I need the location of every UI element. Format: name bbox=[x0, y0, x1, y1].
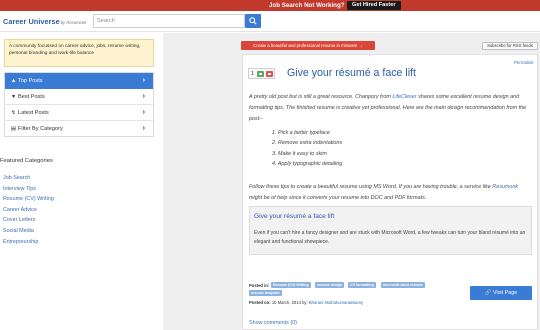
site-header: Career Universeby Resumonk bbox=[0, 11, 540, 32]
chevron-right-icon: › bbox=[142, 93, 145, 100]
category-link[interactable]: Entrepreurship bbox=[3, 237, 54, 248]
vote-widget: 1 bbox=[248, 68, 275, 79]
post-date-line: Posted on: 10 March, 2014 by: Bharani Mu… bbox=[249, 300, 364, 305]
menu-top-posts[interactable]: ▲ Top Posts › bbox=[5, 73, 153, 89]
create-resume-banner[interactable]: Create a beautiful and professional resu… bbox=[241, 41, 375, 50]
rss-subscribe-button[interactable]: Subscribe for RSS feeds bbox=[482, 42, 538, 50]
post-date: 10 March, 2014 bbox=[271, 300, 301, 305]
tag-badge[interactable]: CV formatting bbox=[348, 282, 376, 288]
external-link-icon: 🔗 bbox=[484, 290, 492, 296]
promo-bar: Job Search Not Working? Get Hired Faster bbox=[0, 0, 540, 11]
thumbs-up-icon: ▲ bbox=[10, 78, 17, 84]
permalink-link[interactable]: Permalink bbox=[514, 60, 534, 65]
post-outro: Follow these tips to create a beautiful … bbox=[249, 184, 519, 201]
featured-categories-list: Job Search Interview Tips Resume (CV) Wr… bbox=[3, 173, 54, 247]
downvote-icon[interactable] bbox=[266, 71, 273, 77]
heart-icon: ♥ bbox=[11, 94, 16, 100]
tag-badge[interactable]: microsoft word resume bbox=[381, 282, 425, 288]
chevron-right-icon: › bbox=[142, 125, 145, 132]
site-logo[interactable]: Career Universeby Resumonk bbox=[3, 17, 86, 26]
search-input[interactable] bbox=[93, 14, 245, 28]
category-link[interactable]: Cover Letters bbox=[3, 215, 54, 226]
posted-in-label: Posted in: bbox=[249, 283, 270, 288]
show-comments-link[interactable]: Show comments (0) bbox=[249, 320, 297, 326]
preview-title[interactable]: Give your résumé a face lift bbox=[254, 213, 334, 220]
category-link[interactable]: Social Media bbox=[3, 226, 54, 237]
category-link[interactable]: Interview Tips bbox=[3, 184, 54, 195]
lifeclever-link[interactable]: LifeClever bbox=[392, 94, 416, 100]
list-item: 3. Make it easy to skim bbox=[272, 150, 327, 157]
category-link[interactable]: Job Search bbox=[3, 173, 54, 184]
design-steps-list: 1. Pick a better typeface 2. Remove extr… bbox=[272, 128, 342, 170]
menu-latest-posts[interactable]: ↯ Latest Posts › bbox=[5, 105, 153, 121]
author-link[interactable]: Bharani Muthukumaraswamy bbox=[309, 300, 363, 305]
preview-body: Even if you can't hire a fancy designer … bbox=[254, 230, 526, 245]
promo-message: Job Search Not Working? bbox=[269, 2, 345, 9]
upvote-icon[interactable] bbox=[257, 71, 264, 77]
tag-badge[interactable]: resume template bbox=[249, 290, 282, 296]
tag-badge[interactable]: resume design bbox=[315, 282, 345, 288]
visit-page-button[interactable]: 🔗 Visit Page bbox=[470, 286, 532, 300]
post-intro: A pretty old post but is still a great r… bbox=[249, 94, 527, 122]
link-preview[interactable]: Give your résumé a face lift Even if you… bbox=[249, 206, 532, 255]
list-item: 4. Apply typographic detailing bbox=[272, 161, 343, 168]
get-hired-button[interactable]: Get Hired Faster bbox=[347, 1, 401, 10]
search-icon bbox=[249, 17, 257, 25]
list-item: 2. Remove extra indentations bbox=[272, 140, 343, 147]
post-title[interactable]: Give your résumé a face lift bbox=[287, 67, 416, 79]
menu-best-posts[interactable]: ♥ Best Posts › bbox=[5, 89, 153, 105]
list-item: 1. Pick a better typeface bbox=[272, 130, 330, 136]
resumonk-link[interactable]: Resumonk bbox=[492, 184, 518, 190]
chevron-right-icon: › bbox=[142, 77, 145, 84]
category-link[interactable]: Career Advice bbox=[3, 205, 54, 216]
tag-badge[interactable]: Resume (CV) Writing bbox=[271, 282, 311, 288]
category-link[interactable]: Resume (CV) Writing bbox=[3, 194, 54, 205]
chevron-right-icon: › bbox=[142, 109, 145, 116]
post-filter-menu: ▲ Top Posts › ♥ Best Posts › ↯ Latest Po… bbox=[4, 72, 154, 137]
featured-categories-heading: Featured Categories bbox=[0, 158, 53, 164]
sidebar: A community focussed on career advice, j… bbox=[0, 33, 163, 330]
community-description: A community focussed on career advice, j… bbox=[4, 39, 154, 67]
vote-count: 1 bbox=[251, 71, 255, 77]
menu-filter-category[interactable]: ▤ Filter By Category › bbox=[5, 121, 153, 137]
bolt-icon: ↯ bbox=[11, 110, 16, 116]
search-button[interactable] bbox=[245, 14, 261, 28]
filter-icon: ▤ bbox=[10, 126, 17, 132]
